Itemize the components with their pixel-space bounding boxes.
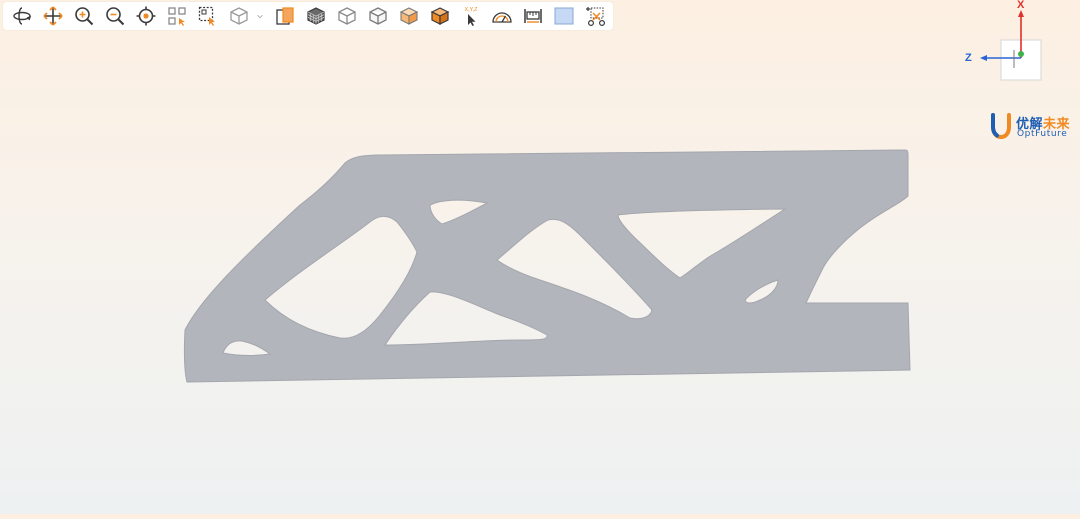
pick-point-label: X,Y,Z — [464, 7, 478, 13]
select-region-icon — [167, 7, 186, 26]
box-select-icon — [198, 6, 215, 26]
shaded-cube-icon — [430, 7, 449, 25]
rotate-view-button[interactable] — [6, 2, 37, 30]
x-axis-label: X — [1017, 0, 1025, 11]
axis-triad[interactable]: X Z — [958, 0, 1048, 84]
part-body — [183, 149, 911, 383]
wireframe-cube-button[interactable] — [331, 2, 362, 30]
viewer-toolbar: X,Y,Z — [3, 2, 613, 30]
mesh-display-icon — [306, 7, 325, 25]
chevron-down-icon — [257, 14, 263, 19]
zoom-out-button[interactable] — [99, 2, 130, 30]
pick-point-icon: X,Y,Z — [464, 7, 478, 26]
3d-viewport[interactable] — [0, 0, 1080, 514]
background-color-button[interactable] — [548, 2, 579, 30]
fit-center-button[interactable] — [130, 2, 161, 30]
section-plane-button[interactable] — [269, 2, 300, 30]
shaded-edges-cube-button[interactable] — [393, 2, 424, 30]
rotate-view-icon — [12, 7, 31, 25]
wireframe-cube-icon — [337, 7, 356, 25]
pan-button[interactable] — [37, 2, 68, 30]
z-axis-label: Z — [965, 52, 972, 64]
z-axis-arrow — [980, 55, 987, 61]
zoom-in-icon — [74, 7, 93, 26]
mesh-display-button[interactable] — [300, 2, 331, 30]
clear-selection-button[interactable] — [579, 2, 610, 30]
shaded-cube-button[interactable] — [424, 2, 455, 30]
optfuture-logo: 优解未来 OptFuture — [988, 112, 1078, 142]
background-color-icon — [554, 7, 573, 25]
zoom-in-button[interactable] — [68, 2, 99, 30]
logo-english-text: OptFuture — [1017, 129, 1068, 139]
measure-distance-button[interactable] — [517, 2, 548, 30]
view-cube-icon — [229, 7, 248, 25]
box-select-button[interactable] — [192, 2, 223, 30]
clear-selection-icon — [585, 7, 605, 27]
shaded-edges-cube-icon — [399, 7, 418, 25]
topology-optimized-part — [183, 149, 911, 383]
origin-marker — [1018, 51, 1024, 57]
hidden-line-cube-icon — [368, 7, 387, 25]
pan-icon — [42, 6, 63, 26]
section-plane-icon — [275, 7, 294, 25]
measure-angle-button[interactable] — [486, 2, 517, 30]
select-region-button[interactable] — [161, 2, 192, 30]
hidden-line-cube-button[interactable] — [362, 2, 393, 30]
pick-point-button[interactable]: X,Y,Z — [455, 2, 486, 30]
x-axis-arrow — [1018, 10, 1024, 17]
fit-center-icon — [136, 6, 155, 26]
view-dropdown-toggle[interactable] — [254, 2, 266, 30]
logo-u-icon — [991, 113, 1011, 140]
view-cube-button[interactable] — [223, 2, 254, 30]
measure-angle-icon — [491, 12, 512, 23]
axis-triad-graphic — [980, 10, 1042, 81]
measure-distance-icon — [523, 9, 542, 23]
zoom-out-icon — [105, 7, 124, 26]
